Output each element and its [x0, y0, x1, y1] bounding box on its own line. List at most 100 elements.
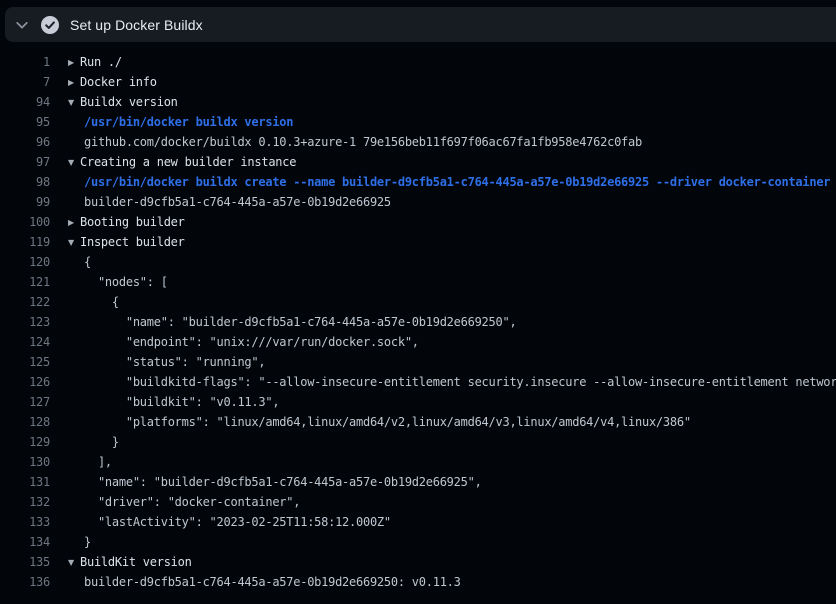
line-number[interactable]: 129	[0, 432, 50, 452]
line-content: "buildkitd-flags": "--allow-insecure-ent…	[84, 372, 836, 392]
group-title: Creating a new builder instance	[80, 155, 296, 169]
group-title: Run ./	[80, 55, 122, 69]
group-title: BuildKit version	[80, 555, 192, 569]
line-number[interactable]: 124	[0, 332, 50, 352]
output-text: }	[84, 435, 119, 449]
line-number[interactable]: 125	[0, 352, 50, 372]
line-number[interactable]: 121	[0, 272, 50, 292]
log-group-row[interactable]: 100 ▶Booting builder	[0, 212, 836, 232]
actions-log-page: Set up Docker Buildx 1▶Run ./7▶Docker in…	[0, 0, 836, 604]
command-text: /usr/bin/docker buildx version	[84, 115, 293, 129]
output-text: "endpoint": "unix:///var/run/docker.sock…	[84, 335, 419, 349]
line-content: ▶Run ./	[68, 52, 122, 72]
line-number[interactable]: 98	[0, 172, 50, 192]
triangle-right-icon[interactable]: ▶	[68, 73, 80, 92]
line-number[interactable]: 133	[0, 512, 50, 532]
line-content: {	[84, 252, 91, 272]
line-content: {	[84, 292, 119, 312]
triangle-down-icon[interactable]: ▼	[68, 233, 80, 252]
line-content: builder-d9cfb5a1-c764-445a-a57e-0b19d2e6…	[84, 192, 391, 212]
log-group-row[interactable]: 97 ▼Creating a new builder instance	[0, 152, 836, 172]
output-text: github.com/docker/buildx 0.10.3+azure-1 …	[84, 135, 642, 149]
line-number[interactable]: 135	[0, 552, 50, 572]
output-text: ],	[84, 455, 112, 469]
triangle-down-icon[interactable]: ▼	[68, 553, 80, 572]
line-content: }	[84, 432, 119, 452]
line-number[interactable]: 100	[0, 212, 50, 232]
line-number[interactable]: 96	[0, 132, 50, 152]
log-group-row[interactable]: 135 ▼BuildKit version	[0, 552, 836, 572]
line-content: "lastActivity": "2023-02-25T11:58:12.000…	[84, 512, 391, 532]
step-header[interactable]: Set up Docker Buildx	[5, 7, 836, 42]
line-number[interactable]: 128	[0, 412, 50, 432]
line-content: builder-d9cfb5a1-c764-445a-a57e-0b19d2e6…	[84, 572, 461, 592]
line-number[interactable]: 120	[0, 252, 50, 272]
log-line: 96 github.com/docker/buildx 0.10.3+azure-…	[0, 132, 836, 152]
log-group-row[interactable]: 94 ▼Buildx version	[0, 92, 836, 112]
log-line: 123 "name": "builder-d9cfb5a1-c764-445a-…	[0, 312, 836, 332]
group-title: Booting builder	[80, 215, 185, 229]
log-line: 136 builder-d9cfb5a1-c764-445a-a57e-0b19d…	[0, 572, 836, 592]
triangle-right-icon[interactable]: ▶	[68, 213, 80, 232]
line-number[interactable]: 126	[0, 372, 50, 392]
log-line: 127 "buildkit": "v0.11.3",	[0, 392, 836, 412]
line-content: "platforms": "linux/amd64,linux/amd64/v2…	[84, 412, 691, 432]
log-line: 99 builder-d9cfb5a1-c764-445a-a57e-0b19d2…	[0, 192, 836, 212]
line-content: github.com/docker/buildx 0.10.3+azure-1 …	[84, 132, 642, 152]
output-text: "buildkit": "v0.11.3",	[84, 395, 279, 409]
line-number[interactable]: 119	[0, 232, 50, 252]
line-content: }	[84, 532, 91, 552]
line-content: "endpoint": "unix:///var/run/docker.sock…	[84, 332, 419, 352]
line-content: /usr/bin/docker buildx create --name bui…	[84, 172, 830, 192]
output-text: {	[84, 295, 119, 309]
group-title: Docker info	[80, 75, 157, 89]
line-content: "buildkit": "v0.11.3",	[84, 392, 279, 412]
line-number[interactable]: 122	[0, 292, 50, 312]
group-title: Inspect builder	[80, 235, 185, 249]
log-group-row[interactable]: 119 ▼Inspect builder	[0, 232, 836, 252]
line-number[interactable]: 97	[0, 152, 50, 172]
output-text: "nodes": [	[84, 275, 168, 289]
triangle-right-icon[interactable]: ▶	[68, 53, 80, 72]
line-number[interactable]: 94	[0, 92, 50, 112]
log-group-row[interactable]: 7 ▶Docker info	[0, 72, 836, 92]
command-text: /usr/bin/docker buildx create --name bui…	[84, 175, 830, 189]
output-text: {	[84, 255, 91, 269]
output-text: "name": "builder-d9cfb5a1-c764-445a-a57e…	[84, 315, 516, 329]
line-number[interactable]: 127	[0, 392, 50, 412]
line-number[interactable]: 1	[0, 52, 50, 72]
group-title: Buildx version	[80, 95, 178, 109]
line-content: ▶Booting builder	[68, 212, 185, 232]
line-number[interactable]: 134	[0, 532, 50, 552]
output-text: builder-d9cfb5a1-c764-445a-a57e-0b19d2e6…	[84, 195, 391, 209]
chevron-down-icon[interactable]	[15, 18, 29, 32]
line-number[interactable]: 136	[0, 572, 50, 592]
triangle-down-icon[interactable]: ▼	[68, 93, 80, 112]
line-content: ▶Docker info	[68, 72, 157, 92]
line-content: "name": "builder-d9cfb5a1-c764-445a-a57e…	[84, 472, 482, 492]
line-content: "name": "builder-d9cfb5a1-c764-445a-a57e…	[84, 312, 516, 332]
log-line: 128 "platforms": "linux/amd64,linux/amd6…	[0, 412, 836, 432]
line-content: "driver": "docker-container",	[84, 492, 300, 512]
line-number[interactable]: 99	[0, 192, 50, 212]
line-number[interactable]: 123	[0, 312, 50, 332]
line-content: ▼Inspect builder	[68, 232, 185, 252]
line-content: "status": "running",	[84, 352, 265, 372]
line-number[interactable]: 130	[0, 452, 50, 472]
log-line: 130 ],	[0, 452, 836, 472]
triangle-down-icon[interactable]: ▼	[68, 153, 80, 172]
output-text: "buildkitd-flags": "--allow-insecure-ent…	[84, 375, 836, 389]
line-number[interactable]: 132	[0, 492, 50, 512]
log-group-row[interactable]: 1 ▶Run ./	[0, 52, 836, 72]
line-content: ],	[84, 452, 112, 472]
line-number[interactable]: 7	[0, 72, 50, 92]
log-line: 133 "lastActivity": "2023-02-25T11:58:12…	[0, 512, 836, 532]
output-text: "name": "builder-d9cfb5a1-c764-445a-a57e…	[84, 475, 482, 489]
log-line: 129 }	[0, 432, 836, 452]
output-text: }	[84, 535, 91, 549]
check-circle-icon	[40, 15, 60, 35]
line-content: ▼BuildKit version	[68, 552, 192, 572]
line-number[interactable]: 131	[0, 472, 50, 492]
line-content: /usr/bin/docker buildx version	[84, 112, 293, 132]
line-number[interactable]: 95	[0, 112, 50, 132]
